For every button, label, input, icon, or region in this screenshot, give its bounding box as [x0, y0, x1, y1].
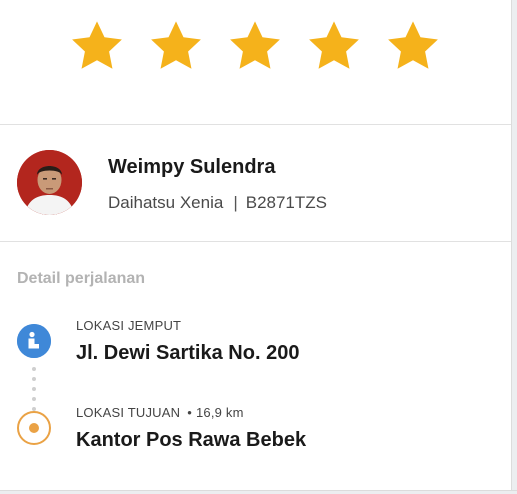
pickup-address: Jl. Dewi Sartika No. 200 — [76, 342, 300, 364]
vehicle-info: Daihatsu Xenia | B2871TZS — [108, 193, 327, 213]
star-rating[interactable] — [68, 17, 442, 75]
rating-section — [0, 0, 511, 125]
trip-distance: 16,9 km — [196, 405, 244, 420]
trip-details-title: Detail perjalanan — [17, 270, 146, 287]
star-icon[interactable] — [147, 17, 205, 75]
license-plate: B2871TZS — [245, 193, 327, 212]
vehicle-model: Daihatsu Xenia — [108, 193, 224, 212]
destination-label: LOKASI TUJUAN — [76, 405, 181, 420]
pickup-label: LOKASI JEMPUT — [76, 318, 182, 333]
distance-separator: • — [187, 405, 192, 420]
star-icon[interactable] — [68, 17, 126, 75]
star-icon[interactable] — [305, 17, 363, 75]
card-edge-bottom — [0, 490, 517, 494]
route-connector — [32, 367, 36, 411]
vehicle-separator: | — [233, 193, 238, 212]
destination-label-row: LOKASI TUJUAN • 16,9 km — [76, 405, 244, 420]
driver-section: Weimpy Sulendra Daihatsu Xenia | B2871TZ… — [0, 126, 511, 242]
trip-details-section: Detail perjalanan LOKASI JEMPUT Jl. Dewi… — [0, 243, 511, 490]
card-edge-right — [511, 0, 517, 494]
star-icon[interactable] — [384, 17, 442, 75]
destination-target-icon — [17, 411, 51, 445]
destination-address: Kantor Pos Rawa Bebek — [76, 429, 307, 451]
driver-name: Weimpy Sulendra — [108, 156, 276, 178]
driver-avatar — [17, 150, 82, 215]
pickup-pin-icon — [17, 324, 51, 358]
trip-summary-card: Weimpy Sulendra Daihatsu Xenia | B2871TZ… — [0, 0, 511, 494]
star-icon[interactable] — [226, 17, 284, 75]
